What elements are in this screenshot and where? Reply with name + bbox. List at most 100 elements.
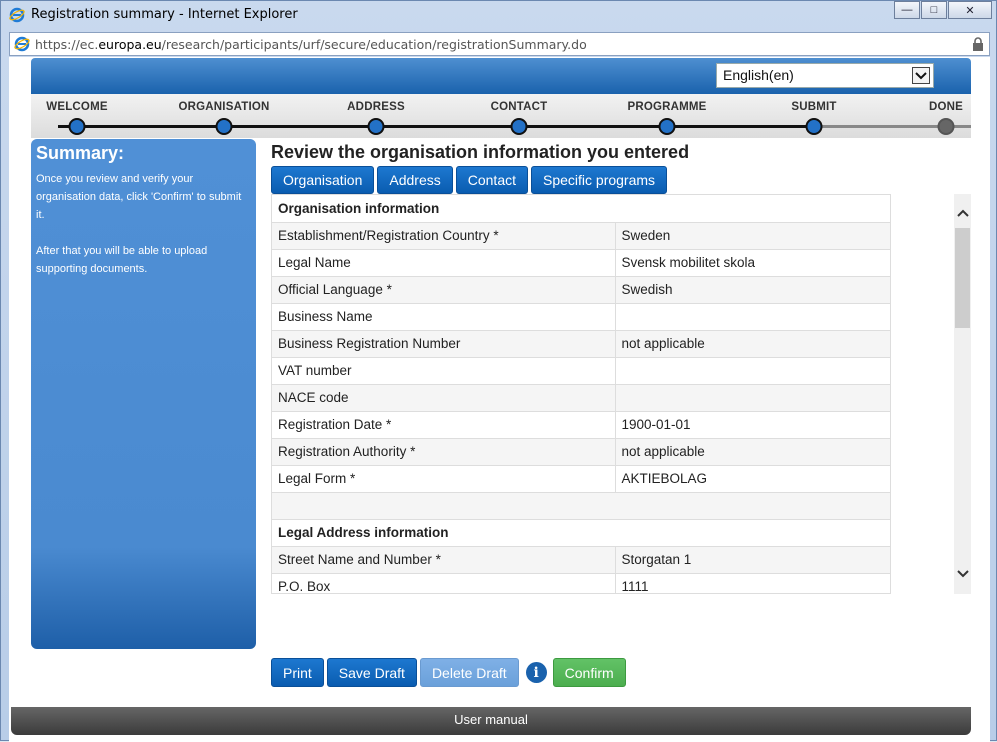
field-value: 1900-01-01 (615, 411, 890, 439)
step-label: WELCOME (46, 101, 108, 113)
field-value: 1111 (615, 573, 890, 593)
table-row: VAT number (272, 357, 890, 385)
url-text: https://ec.europa.eu/research/participan… (35, 37, 587, 52)
summary-sidebar: Summary: Once you review and verify your… (31, 139, 256, 649)
window-controls: — □ ✕ (893, 1, 992, 19)
table-row: Registration Date * 1900-01-01 (272, 411, 890, 439)
table-row: Official Language * Swedish (272, 276, 890, 304)
field-label: Street Name and Number * (272, 546, 616, 574)
title-bar: Registration summary - Internet Explorer… (1, 1, 997, 29)
step-label: ADDRESS (347, 101, 405, 113)
sidebar-text-1: Once you review and verify your organisa… (36, 173, 242, 221)
progress-line-done (58, 125, 818, 128)
url-prefix: https://ec. (35, 37, 99, 52)
browser-window: Registration summary - Internet Explorer… (0, 0, 997, 742)
table-scrollbar[interactable] (954, 194, 971, 594)
step-dot (937, 118, 955, 135)
tab-organisation[interactable]: Organisation (271, 166, 375, 194)
url-domain: europa.eu (98, 37, 162, 52)
sidebar-text-2: After that you will be able to upload su… (36, 245, 208, 275)
print-button[interactable]: Print (271, 658, 324, 687)
close-button[interactable]: ✕ (948, 1, 992, 19)
field-label: Establishment/Registration Country * (272, 222, 616, 250)
step-label: CONTACT (490, 101, 548, 113)
maximize-button[interactable]: □ (921, 1, 947, 19)
step-label: PROGRAMME (627, 101, 707, 113)
step-label: DONE (928, 101, 964, 113)
field-label: VAT number (272, 357, 616, 385)
table-row: Business Registration Number not applicab… (272, 330, 890, 358)
table-row: NACE code (272, 384, 890, 412)
summary-table-container: Organisation information Establishment/Re… (271, 194, 891, 594)
field-label: Business Registration Number (272, 330, 616, 358)
field-label: Registration Date * (272, 411, 616, 439)
progress-steps: WELCOME ORGANISATION ADDRESS CONTACT PRO… (31, 94, 971, 138)
table-section-header: Legal Address information (272, 519, 890, 547)
field-value: not applicable (615, 330, 890, 358)
page-content: English(en) WELCOME ORGANISATION ADDRESS (9, 57, 990, 742)
confirm-button[interactable]: Confirm (552, 658, 626, 687)
dropdown-arrow[interactable] (912, 67, 930, 84)
language-select[interactable]: English(en) (716, 63, 934, 88)
ie-page-icon (14, 36, 30, 52)
field-label: Legal Name (272, 249, 616, 277)
field-label: NACE code (272, 384, 616, 412)
top-banner: English(en) (31, 58, 971, 94)
field-value (615, 303, 890, 331)
close-icon: ✕ (965, 4, 975, 17)
info-icon[interactable]: i (525, 662, 547, 683)
field-value (615, 357, 890, 385)
section-tabs: Organisation Address Contact Specific pr… (271, 166, 670, 194)
field-value: not applicable (615, 438, 890, 466)
field-label: Official Language * (272, 276, 616, 304)
maximize-icon: □ (930, 4, 938, 16)
table-section-header: Organisation information (272, 195, 890, 223)
save-draft-button[interactable]: Save Draft (326, 658, 417, 687)
field-value: Swedish (615, 276, 890, 304)
field-value: Svensk mobilitet skola (615, 249, 890, 277)
action-buttons: Print Save Draft Delete Draft i Confirm (271, 658, 629, 687)
section-title: Legal Address information (272, 519, 890, 547)
ie-logo-icon (9, 7, 25, 23)
table-row: Legal Name Svensk mobilitet skola (272, 249, 890, 277)
tab-specific-programs[interactable]: Specific programs (531, 166, 668, 194)
step-dot (805, 118, 823, 135)
tab-address[interactable]: Address (377, 166, 453, 194)
field-label: Business Name (272, 303, 616, 331)
table-row: Legal Form * AKTIEBOLAG (272, 465, 890, 493)
lock-icon (973, 37, 983, 51)
field-value: Sweden (615, 222, 890, 250)
user-manual-link[interactable]: User manual (11, 707, 971, 735)
scroll-down-button[interactable] (954, 565, 971, 582)
step-dot (215, 118, 233, 135)
field-label: Registration Authority * (272, 438, 616, 466)
field-value (615, 384, 890, 412)
table-row: Business Name (272, 303, 890, 331)
minimize-button[interactable]: — (894, 1, 920, 19)
section-title: Organisation information (272, 195, 890, 223)
step-dot (510, 118, 528, 135)
scroll-up-button[interactable] (954, 204, 971, 221)
minimize-icon: — (901, 4, 913, 16)
table-row: Establishment/Registration Country * Swed… (272, 222, 890, 250)
page-title: Review the organisation information you … (271, 142, 690, 162)
spacer-cell (272, 492, 890, 520)
delete-draft-button[interactable]: Delete Draft (419, 658, 519, 687)
chevron-down-icon (915, 71, 927, 79)
language-selected: English(en) (723, 67, 794, 83)
step-label: SUBMIT (791, 101, 837, 113)
field-value: Storgatan 1 (615, 546, 890, 574)
step-dot (658, 118, 676, 135)
chevron-down-icon (956, 569, 969, 577)
address-bar[interactable]: https://ec.europa.eu/research/participan… (9, 32, 990, 56)
sidebar-title: Summary: (36, 143, 125, 163)
table-row: P.O. Box 1111 (272, 573, 890, 593)
table-spacer-row (272, 492, 890, 520)
scroll-thumb[interactable] (955, 228, 970, 328)
tab-contact[interactable]: Contact (455, 166, 528, 194)
field-value: AKTIEBOLAG (615, 465, 890, 493)
step-dot (68, 118, 86, 135)
url-path: /research/participants/urf/secure/educat… (161, 37, 587, 52)
field-label: P.O. Box (272, 573, 616, 593)
field-label: Legal Form * (272, 465, 616, 493)
